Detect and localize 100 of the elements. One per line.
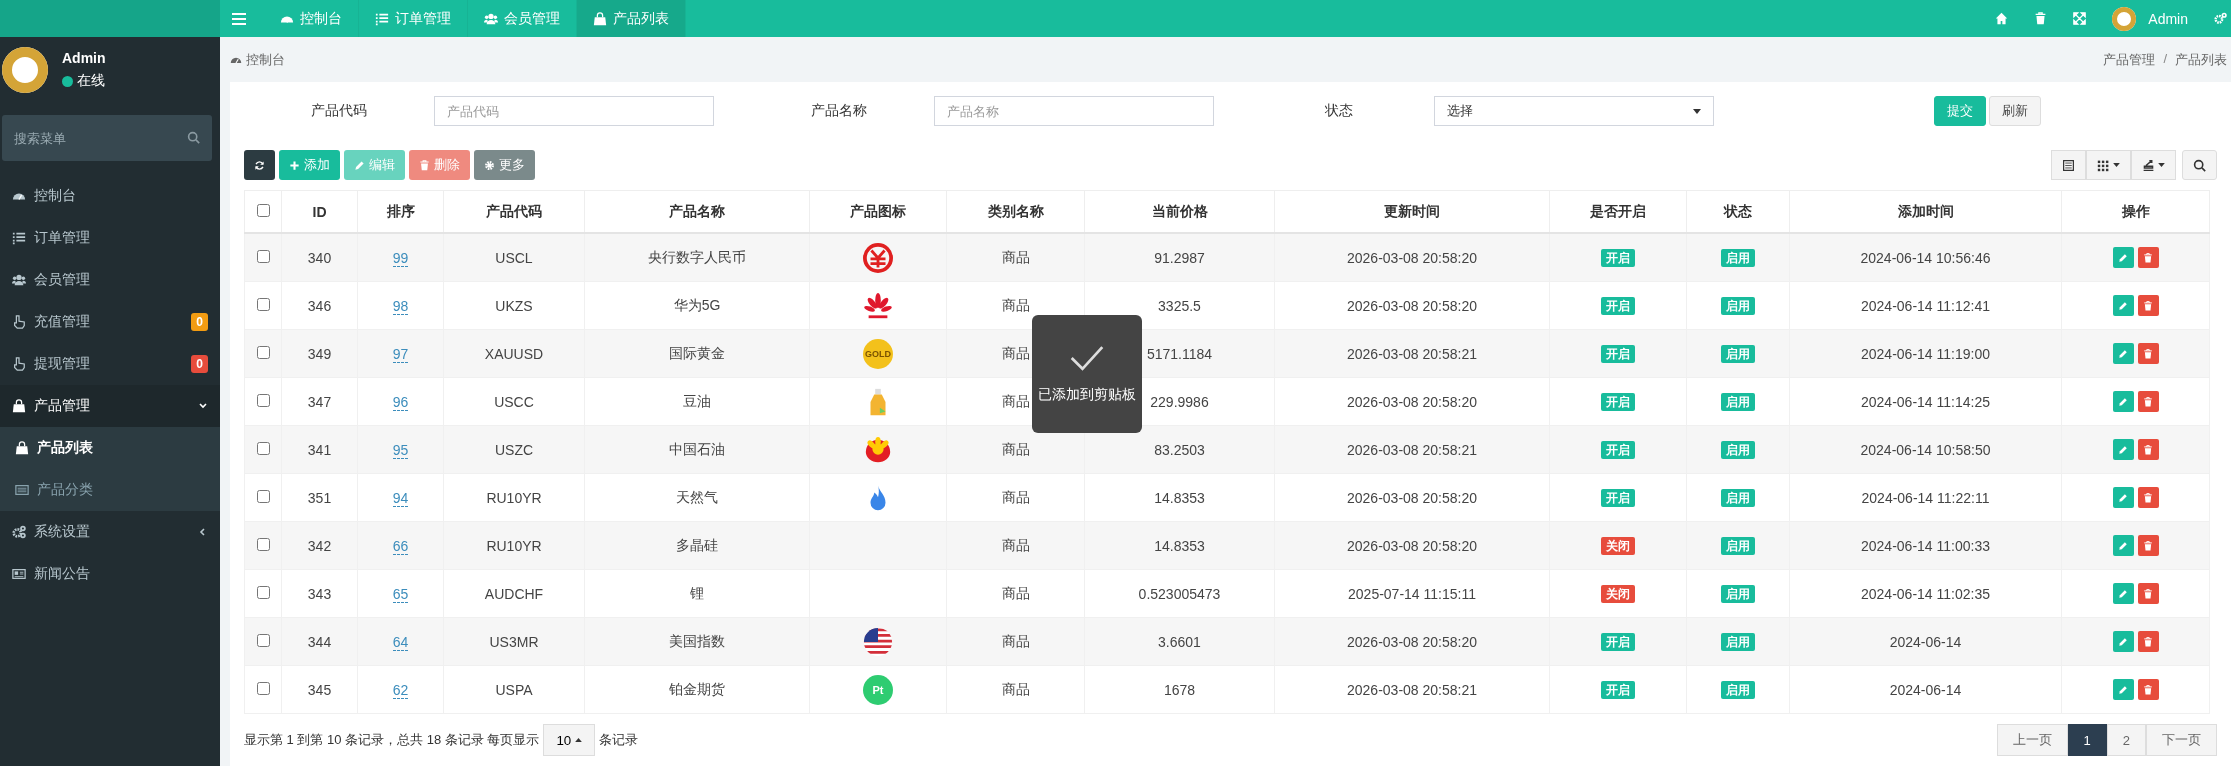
sort-link[interactable]: 64 [392,633,409,651]
menu-item[interactable]: 会员管理 [0,259,220,301]
yuan-coin-icon [863,242,893,273]
nav-tab[interactable]: 订单管理 [359,0,468,37]
caret-icon [575,738,583,742]
sort-link[interactable]: 94 [392,489,409,507]
fullscreen-icon[interactable] [2073,12,2087,25]
newspaper-icon [12,567,26,581]
sort-link[interactable]: 65 [392,585,409,603]
page-button[interactable]: 1 [2067,724,2107,756]
table-cell: 2026-03-08 20:58:20 [1274,617,1550,666]
row-checkbox[interactable] [256,441,270,455]
menu-icon[interactable] [232,12,246,25]
page-size-dropdown[interactable]: 10 [543,724,596,756]
table-cell: 2026-03-08 20:58:20 [1274,281,1550,330]
breadcrumb-item[interactable]: 产品列表 [2175,50,2227,69]
menu-item[interactable]: 控制台 [0,175,220,217]
export-button[interactable] [2131,150,2176,180]
delete-button[interactable] [2137,631,2159,652]
row-checkbox[interactable] [256,633,270,647]
delete-button[interactable] [2137,343,2159,364]
delete-button[interactable] [2137,391,2159,412]
select-all-checkbox[interactable] [256,203,270,217]
toolbar-button[interactable]: 添加 [279,150,340,180]
nav-tab[interactable]: 产品列表 [577,0,686,37]
refresh-button[interactable] [244,150,275,180]
table-cell: 2024-06-14 11:12:41 [1789,281,2062,330]
table-cell: 美国指数 [584,617,810,666]
delete-button[interactable] [2137,679,2159,700]
menu-item[interactable]: 产品管理 [0,385,220,427]
submenu-item[interactable]: 产品列表 [0,427,220,469]
row-checkbox[interactable] [256,537,270,551]
delete-button[interactable] [2137,247,2159,268]
sort-link[interactable]: 98 [392,297,409,315]
edit-button[interactable] [2112,439,2134,460]
row-checkbox[interactable] [256,489,270,503]
avatar[interactable] [2112,6,2137,31]
view-toggle-button[interactable] [2051,150,2086,180]
nav-tab[interactable]: 控制台 [264,0,359,37]
gears-icon[interactable] [2214,12,2227,25]
users-icon [484,11,498,26]
breadcrumb-item[interactable]: 产品管理 [2103,50,2156,69]
sort-link[interactable]: 99 [392,249,409,267]
export-icon [2142,158,2155,172]
edit-button[interactable] [2112,679,2134,700]
settings-icon [484,159,495,171]
delete-button[interactable] [2137,439,2159,460]
edit-button[interactable] [2112,487,2134,508]
row-checkbox[interactable] [256,681,270,695]
menu-item[interactable]: 新闻公告 [0,553,220,595]
page-button[interactable]: 2 [2106,724,2146,756]
edit-button[interactable] [2112,247,2134,268]
status-label: 启用 [1721,296,1755,315]
edit-button[interactable] [2112,583,2134,604]
page-button[interactable]: 下一页 [2146,724,2217,756]
sort-link[interactable]: 62 [392,681,409,699]
delete-button[interactable] [2137,487,2159,508]
delete-button[interactable] [2137,535,2159,556]
row-checkbox[interactable] [256,393,270,407]
table-cell: 343 [281,569,358,618]
table-cell: 2024-06-14 [1789,617,2062,666]
row-checkbox[interactable] [256,345,270,359]
submit-button[interactable]: 提交 [1934,96,1986,126]
edit-button[interactable] [2112,343,2134,364]
records-suffix: 条记录 [599,731,639,749]
sort-link[interactable]: 97 [392,345,409,363]
menu-item[interactable]: 提现管理 0 [0,343,220,385]
reset-button[interactable]: 刷新 [1989,96,2041,126]
edit-button[interactable] [2112,295,2134,316]
user-name[interactable]: Admin [2148,10,2188,27]
input-field[interactable]: 产品代码 [434,96,714,126]
delete-button[interactable] [2137,583,2159,604]
search-field[interactable]: 搜索菜单 [2,115,212,161]
sort-link[interactable]: 95 [392,441,409,459]
breadcrumb-link[interactable]: 控制台 [246,50,285,69]
edit-button[interactable] [2112,391,2134,412]
columns-button[interactable] [2086,150,2131,180]
search-button[interactable] [2182,150,2217,180]
home-icon[interactable] [1995,12,2009,25]
toolbar-button[interactable]: 更多 [474,150,535,180]
edit-button[interactable] [2112,631,2134,652]
select-field[interactable]: 选择 [1434,96,1714,126]
sort-link[interactable]: 96 [392,393,409,411]
submenu-item[interactable]: 产品分类 [0,469,220,511]
trash-icon[interactable] [2034,12,2048,25]
menu-item[interactable]: 系统设置 [0,511,220,553]
page-button[interactable]: 上一页 [1996,724,2068,756]
row-checkbox[interactable] [256,297,270,311]
menu-item[interactable]: 订单管理 [0,217,220,259]
switch-label: 关闭 [1601,584,1635,603]
pencil-icon [354,159,365,171]
row-checkbox[interactable] [256,249,270,263]
menu-item[interactable]: 充值管理 0 [0,301,220,343]
table-cell: 2024-06-14 11:02:35 [1789,569,2062,618]
edit-button[interactable] [2112,535,2134,556]
input-field[interactable]: 产品名称 [934,96,1214,126]
bag-icon [15,441,29,455]
row-checkbox[interactable] [256,585,270,599]
delete-button[interactable] [2137,295,2159,316]
sort-link[interactable]: 66 [392,537,409,555]
